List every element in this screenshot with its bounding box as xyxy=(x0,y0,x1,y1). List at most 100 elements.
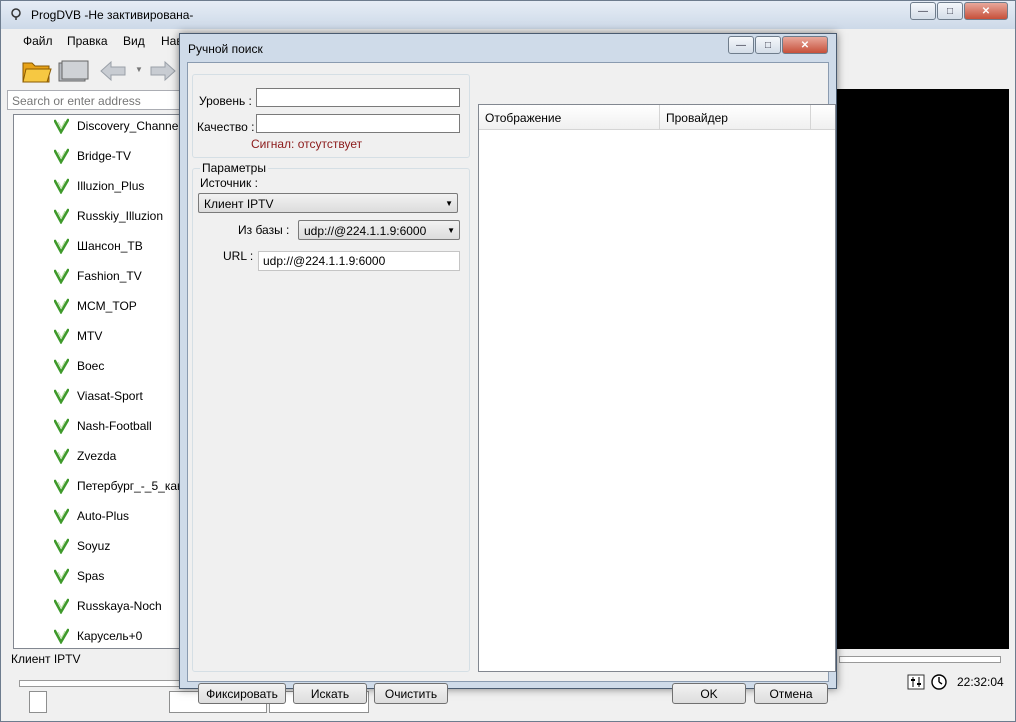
menu-bar: Файл Правка Вид Нав xyxy=(11,31,183,51)
channel-item[interactable]: Illuzion_Plus xyxy=(14,176,182,196)
channel-icon xyxy=(54,448,69,464)
channel-label: Петербург_-_5_канал xyxy=(77,479,182,493)
channel-label: Russkiy_Illuzion xyxy=(77,209,164,223)
channel-item[interactable]: Viasat-Sport xyxy=(14,386,182,406)
channel-item[interactable]: Auto-Plus xyxy=(14,506,182,526)
channel-item[interactable]: Карусель+0 xyxy=(14,626,182,646)
channel-label: Russkaya-Noch xyxy=(77,599,162,613)
channel-item[interactable]: MTV xyxy=(14,326,182,346)
parameters-label: Параметры xyxy=(200,161,268,175)
results-header: Отображение Провайдер xyxy=(479,105,835,130)
address-input[interactable]: Search or enter address xyxy=(7,90,183,110)
open-folder-icon[interactable] xyxy=(21,55,53,85)
channel-item[interactable]: Nash-Football xyxy=(14,416,182,436)
channel-icon xyxy=(54,538,69,554)
channel-label: Шансон_ТВ xyxy=(77,239,143,253)
channel-item[interactable]: MCM_TOP xyxy=(14,296,182,316)
dropdown-arrow-icon[interactable]: ▼ xyxy=(135,65,143,74)
fix-button[interactable]: Фиксировать xyxy=(198,683,286,704)
title-bar: ProgDVB -Не зактивирована- — □ ✕ xyxy=(1,1,1015,29)
channel-item[interactable]: Soyuz xyxy=(14,536,182,556)
channel-item[interactable]: Zvezda xyxy=(14,446,182,466)
video-area[interactable] xyxy=(837,89,1009,649)
channel-icon xyxy=(54,568,69,584)
source-status: Клиент IPTV xyxy=(11,652,81,666)
channel-label: Soyuz xyxy=(77,539,111,553)
minimize-button[interactable]: — xyxy=(910,2,936,20)
window-title: ProgDVB -Не зактивирована- xyxy=(31,8,194,22)
base-select-value: udp://@224.1.1.9:6000 xyxy=(304,224,427,238)
channel-icon xyxy=(54,628,69,644)
channel-label: Discovery_Channel xyxy=(77,119,182,133)
channel-icon xyxy=(54,178,69,194)
channel-item[interactable]: Spas xyxy=(14,566,182,586)
maximize-button[interactable]: □ xyxy=(937,2,963,20)
channel-label: Illuzion_Plus xyxy=(77,179,145,193)
column-display[interactable]: Отображение xyxy=(479,105,660,129)
channel-icon xyxy=(54,268,69,284)
channel-icon xyxy=(54,358,69,374)
menu-view[interactable]: Вид xyxy=(123,34,145,48)
channel-icon xyxy=(54,328,69,344)
channel-icon xyxy=(54,238,69,254)
parameters-group xyxy=(192,168,470,672)
channel-item[interactable]: Петербург_-_5_канал xyxy=(14,476,182,496)
status-panel-1 xyxy=(29,691,47,713)
base-select[interactable]: udp://@224.1.1.9:6000 ▼ xyxy=(298,220,460,240)
channel-label: Boec xyxy=(77,359,105,373)
volume-slider[interactable] xyxy=(19,680,183,687)
dialog-body: Уровень : Качество : Сигнал: отсутствует… xyxy=(187,62,836,704)
dialog-close-button[interactable]: ✕ xyxy=(782,36,828,54)
url-input[interactable]: udp://@224.1.1.9:6000 xyxy=(258,251,460,271)
channel-item[interactable]: Bridge-TV xyxy=(14,146,182,166)
cancel-button[interactable]: Отмена xyxy=(754,683,828,704)
quality-label: Качество : xyxy=(197,120,255,134)
channel-label: Fashion_TV xyxy=(77,269,142,283)
channel-item[interactable]: Fashion_TV xyxy=(14,266,182,286)
column-provider[interactable]: Провайдер xyxy=(660,105,811,129)
source-label: Источник : xyxy=(200,176,258,190)
equalizer-icon[interactable] xyxy=(907,674,925,690)
url-label: URL : xyxy=(223,249,254,263)
ok-button[interactable]: OK xyxy=(672,683,746,704)
source-select[interactable]: Клиент IPTV ▼ xyxy=(198,193,458,213)
channel-label: Карусель+0 xyxy=(77,629,143,643)
channel-icon xyxy=(54,208,69,224)
channel-item[interactable]: Boec xyxy=(14,356,182,376)
signal-status: Сигнал: отсутствует xyxy=(251,137,363,151)
film-icon[interactable] xyxy=(57,59,89,83)
timer-icon[interactable] xyxy=(930,673,948,691)
channel-label: Spas xyxy=(77,569,105,583)
channel-label: Auto-Plus xyxy=(77,509,130,523)
forward-arrow-icon[interactable] xyxy=(147,59,177,83)
clock: 22:32:04 xyxy=(957,675,1004,689)
results-list[interactable]: Отображение Провайдер xyxy=(478,104,836,672)
dialog-maximize-button[interactable]: □ xyxy=(755,36,781,54)
channel-item[interactable]: Russkiy_Illuzion xyxy=(14,206,182,226)
channel-list: Discovery_Channel Bridge-TV Illuzion_Plus R… xyxy=(13,114,183,649)
channel-label: Viasat-Sport xyxy=(77,389,143,403)
channel-item[interactable]: Шансон_ТВ xyxy=(14,236,182,256)
position-slider[interactable] xyxy=(839,656,1001,663)
channel-item[interactable]: Russkaya-Noch xyxy=(14,596,182,616)
clear-button[interactable]: Очистить xyxy=(374,683,448,704)
channel-label: Nash-Football xyxy=(77,419,152,433)
channel-label: MTV xyxy=(77,329,103,343)
channel-label: Zvezda xyxy=(77,449,117,463)
menu-edit[interactable]: Правка xyxy=(67,34,108,48)
back-arrow-icon[interactable] xyxy=(99,59,129,83)
chevron-down-icon: ▼ xyxy=(445,199,453,208)
close-button[interactable]: ✕ xyxy=(964,2,1008,20)
search-button[interactable]: Искать xyxy=(293,683,367,704)
channel-icon xyxy=(54,418,69,434)
channel-item[interactable]: Discovery_Channel xyxy=(14,116,182,136)
channel-icon xyxy=(54,598,69,614)
level-label: Уровень : xyxy=(199,94,252,108)
channel-label: MCM_TOP xyxy=(77,299,137,313)
dialog-minimize-button[interactable]: — xyxy=(728,36,754,54)
toolbar: ▼ xyxy=(11,53,186,89)
channel-icon xyxy=(54,118,69,134)
menu-file[interactable]: Файл xyxy=(23,34,53,48)
channel-icon xyxy=(54,298,69,314)
source-select-value: Клиент IPTV xyxy=(204,197,274,211)
